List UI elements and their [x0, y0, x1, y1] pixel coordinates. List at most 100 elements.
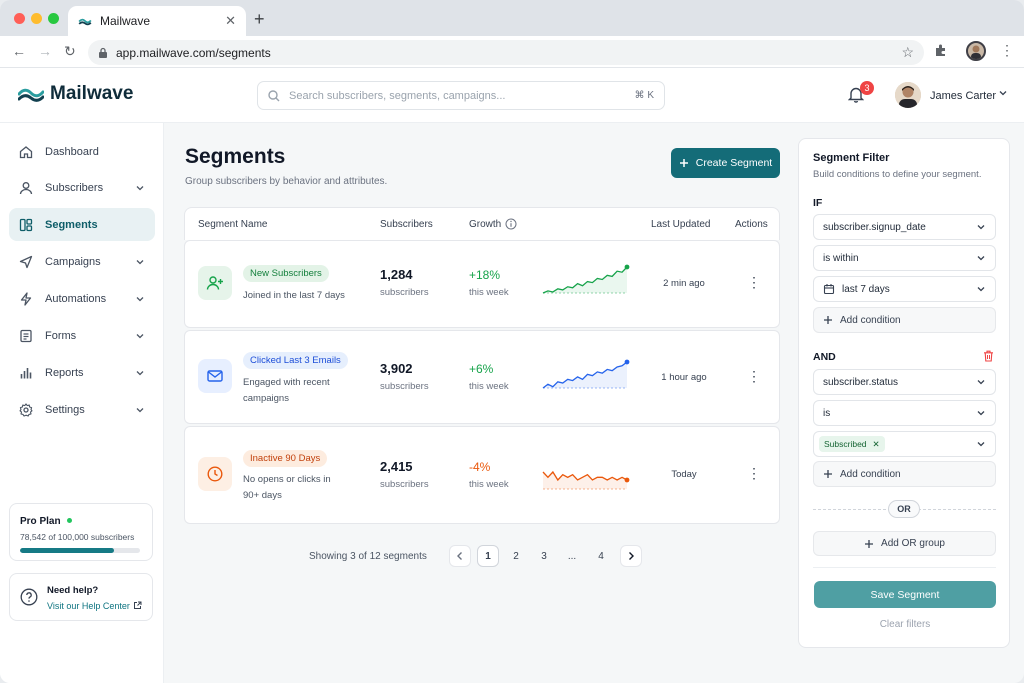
column-header-name: Segment Name [198, 219, 268, 230]
form-icon [20, 329, 32, 342]
info-icon[interactable] [505, 218, 517, 230]
forward-icon[interactable]: → [38, 43, 52, 59]
panel-divider [813, 567, 996, 568]
field-select[interactable]: subscriber.signup_date [813, 214, 996, 240]
operator-select-value: is [823, 407, 831, 419]
add-or-group-button[interactable]: Add OR group [813, 531, 996, 556]
address-bar[interactable]: app.mailwave.com/segments ☆ [88, 40, 924, 65]
sidebar-item-label: Segments [45, 218, 98, 231]
bookmark-star-icon[interactable]: ☆ [901, 44, 914, 61]
sidebar-item-campaigns[interactable]: Campaigns [9, 245, 155, 278]
row-actions-menu-icon[interactable]: ⋮ [747, 368, 761, 385]
next-page-button[interactable] [620, 545, 642, 567]
home-icon [19, 145, 33, 158]
segment-name-badge[interactable]: Clicked Last 3 Emails [243, 352, 348, 369]
page-button-1[interactable]: 1 [477, 545, 499, 567]
user-name[interactable]: James Carter [930, 90, 996, 102]
add-condition-button[interactable]: Add condition [813, 461, 996, 487]
external-link-icon[interactable] [133, 601, 142, 610]
page-button-3[interactable]: 3 [533, 545, 555, 567]
chevron-down-icon [136, 370, 144, 375]
mailwave-logo-icon [18, 88, 44, 102]
growth-label: this week [469, 287, 509, 298]
sidebar-item-subscribers[interactable]: Subscribers [9, 171, 155, 204]
add-condition-button[interactable]: Add condition [813, 307, 996, 333]
operator-select[interactable]: is within [813, 245, 996, 271]
clock-icon [207, 466, 223, 482]
growth-value: +18% [469, 268, 501, 282]
field-select[interactable]: subscriber.status [813, 369, 996, 395]
sparkline-end-point [624, 477, 630, 483]
plus-icon [865, 539, 874, 548]
chevron-down-icon [136, 296, 144, 301]
remove-chip-icon[interactable]: ✕ [873, 439, 880, 450]
segment-description: Joined in the last 7 days [243, 290, 345, 301]
value-multiselect[interactable]: Subscribed ✕ [813, 431, 996, 457]
new-tab-icon[interactable]: + [254, 9, 265, 30]
close-tab-icon[interactable]: ✕ [225, 13, 236, 29]
profile-avatar[interactable] [966, 41, 986, 61]
help-card[interactable]: Need help? Visit our Help Center [9, 573, 153, 621]
row-actions-menu-icon[interactable]: ⋮ [747, 274, 761, 291]
trash-icon[interactable] [983, 350, 994, 362]
subscriber-count: 1,284 [380, 267, 413, 282]
tab-title: Mailwave [100, 14, 151, 28]
save-segment-button[interactable]: Save Segment [814, 581, 996, 608]
value-chip[interactable]: Subscribed ✕ [819, 436, 885, 452]
help-circle-icon [20, 588, 38, 606]
filter-title: Segment Filter [813, 152, 890, 164]
sidebar-item-automations[interactable]: Automations [9, 282, 155, 315]
create-segment-button[interactable]: Create Segment [671, 148, 780, 178]
browser-toolbar: ← → ↻ app.mailwave.com/segments ☆ ⋮ [0, 36, 1024, 68]
sidebar-item-label: Automations [45, 292, 107, 305]
and-label: AND [813, 351, 836, 363]
app-name: Mailwave [50, 83, 134, 104]
close-window-button[interactable] [14, 13, 25, 24]
chevron-down-icon [977, 287, 985, 292]
chevron-down-icon[interactable] [998, 88, 1008, 98]
row-icon-box [198, 359, 232, 393]
reload-icon[interactable]: ↻ [64, 43, 76, 60]
page-button-4[interactable]: 4 [590, 545, 612, 567]
search-icon [268, 89, 280, 101]
search-input[interactable]: Search subscribers, segments, campaigns.… [289, 90, 626, 102]
page-button-2[interactable]: 2 [505, 545, 527, 567]
table-row[interactable]: Clicked Last 3 Emails Engaged with recen… [184, 330, 780, 424]
app-logo[interactable]: Mailwave [18, 83, 133, 105]
minimize-window-button[interactable] [31, 13, 42, 24]
row-actions-menu-icon[interactable]: ⋮ [747, 465, 761, 482]
page-title: Segments [185, 145, 286, 168]
previous-page-button[interactable] [449, 545, 471, 567]
table-row[interactable]: Inactive 90 Days No opens or clicks in 9… [184, 426, 780, 524]
browser-tab[interactable]: Mailwave ✕ [68, 6, 246, 36]
pagination-summary: Showing 3 of 12 segments [309, 551, 427, 562]
search-box[interactable]: Search subscribers, segments, campaigns.… [257, 81, 665, 110]
sparkline-area [543, 267, 627, 293]
table-row[interactable]: New Subscribers Joined in the last 7 day… [184, 240, 780, 328]
extensions-icon[interactable] [934, 43, 948, 57]
last-updated: 2 min ago [663, 278, 705, 289]
chevron-down-icon [977, 256, 985, 261]
maximize-window-button[interactable] [48, 13, 59, 24]
plan-card[interactable]: Pro Plan 78,542 of 100,000 subscribers [9, 503, 153, 561]
sidebar-item-forms[interactable]: Forms [9, 319, 155, 352]
bar-chart-icon [20, 367, 32, 378]
help-center-link[interactable]: Visit our Help Center [47, 601, 130, 611]
back-icon[interactable]: ← [12, 43, 26, 59]
operator-select[interactable]: is [813, 400, 996, 426]
sidebar-item-dashboard[interactable]: Dashboard [9, 135, 155, 168]
value-select[interactable]: last 7 days [813, 276, 996, 302]
user-avatar[interactable] [895, 82, 921, 108]
segment-name-badge[interactable]: New Subscribers [243, 265, 329, 282]
clear-filters-button[interactable]: Clear filters [814, 619, 996, 630]
plan-usage-fill [20, 548, 115, 553]
plus-icon [824, 470, 832, 478]
sidebar-item-segments[interactable]: Segments [9, 208, 155, 241]
segment-name-badge[interactable]: Inactive 90 Days [243, 450, 328, 467]
browser-menu-icon[interactable]: ⋮ [1000, 42, 1014, 59]
sidebar-item-reports[interactable]: Reports [9, 356, 155, 389]
sidebar-item-settings[interactable]: Settings [9, 393, 155, 426]
chevron-down-icon [136, 185, 144, 190]
browser-tabbar: Mailwave ✕ + [0, 0, 1024, 36]
subscriber-count-label: subscribers [380, 287, 429, 298]
